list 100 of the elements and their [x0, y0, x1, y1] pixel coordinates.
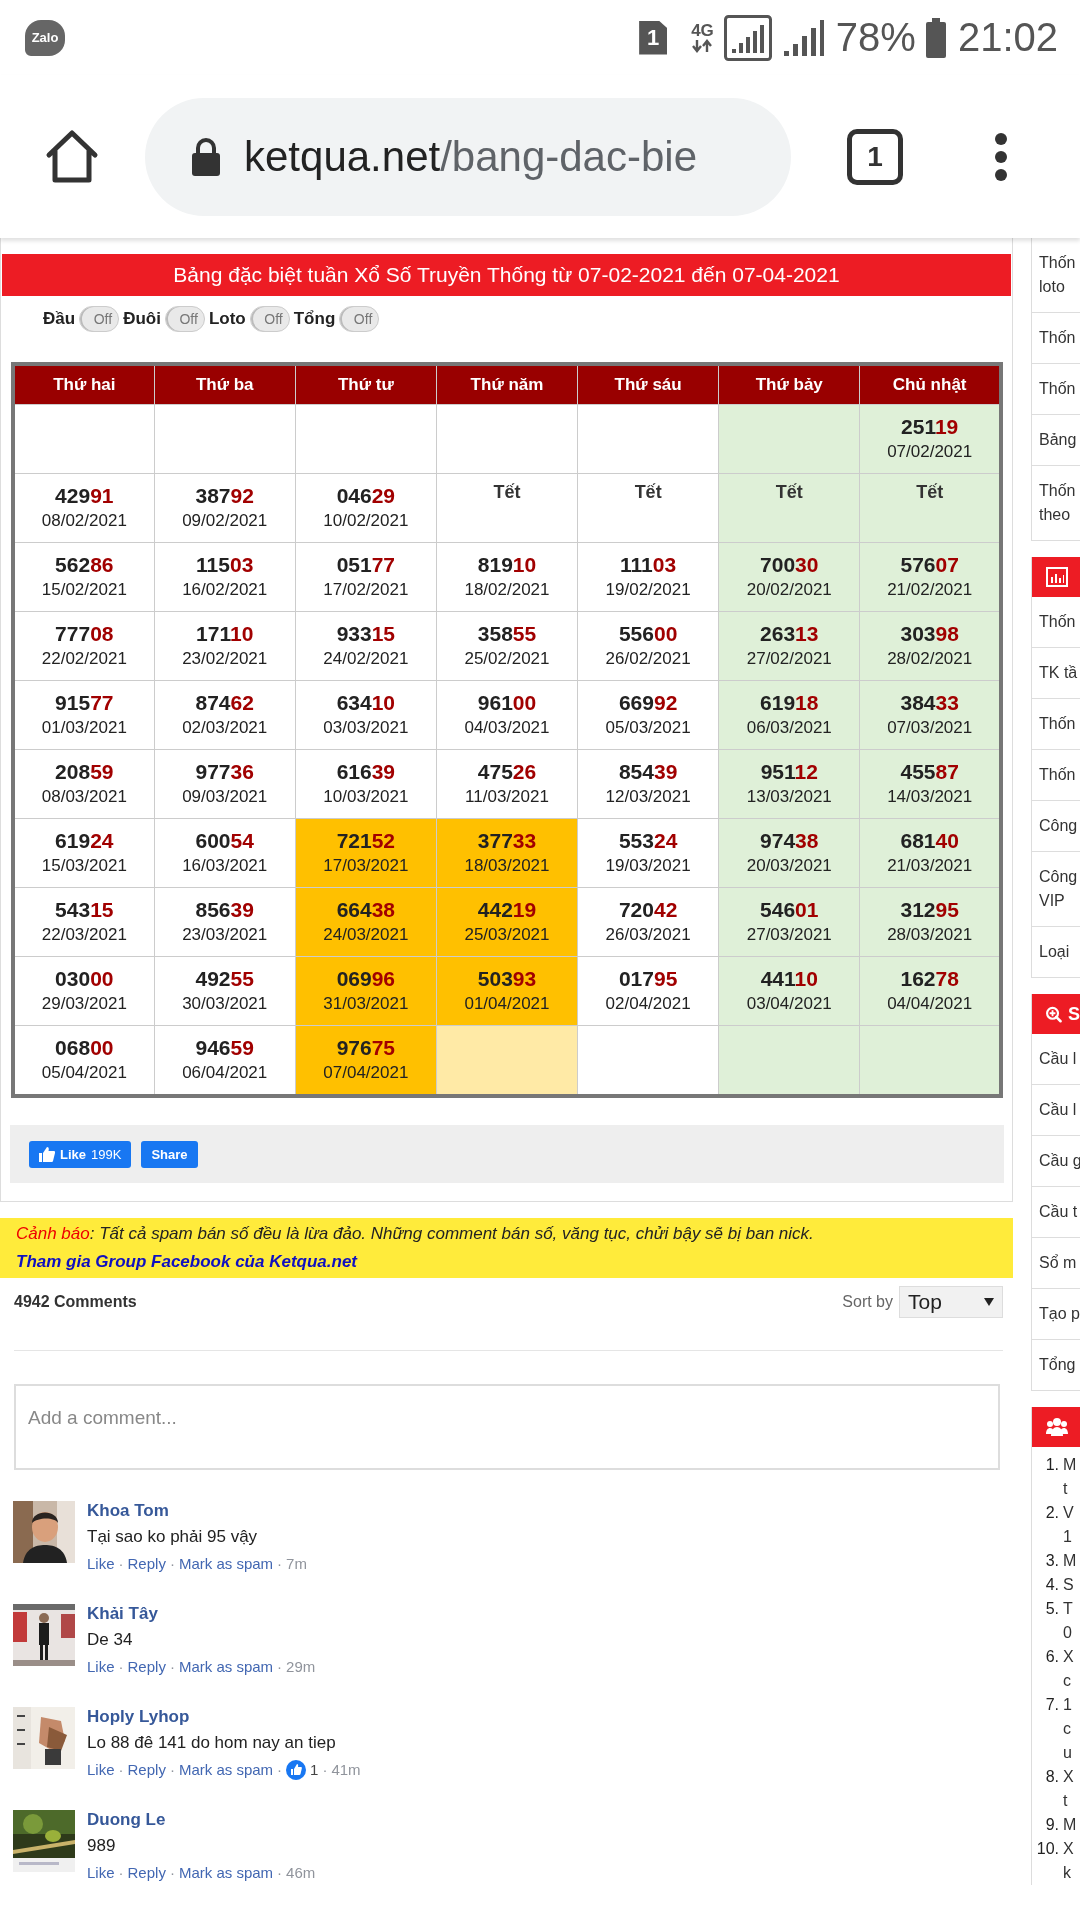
- comment-action-link[interactable]: Mark as spam: [178, 1759, 274, 1781]
- sidebar-link[interactable]: Cầu t: [1032, 1186, 1080, 1237]
- result-number: 61924: [54, 828, 115, 854]
- result-number: 05177: [335, 552, 397, 578]
- comment-action-link[interactable]: Like: [87, 1656, 115, 1678]
- holiday-label: Tết: [633, 481, 663, 503]
- toggle-label: Loto: [208, 309, 246, 329]
- draw-date: 20/02/2021: [745, 579, 833, 601]
- comment-author[interactable]: Khải Tây: [87, 1604, 316, 1624]
- sidebar-link[interactable]: Công: [1032, 800, 1080, 851]
- separator-dot: ·: [169, 1657, 175, 1677]
- comment-action-link[interactable]: Reply: [127, 1759, 166, 1781]
- draw-date: 27/03/2021: [745, 924, 833, 946]
- comment-action-link[interactable]: Like: [87, 1553, 115, 1575]
- comment-action-link[interactable]: Like: [87, 1862, 115, 1884]
- member-link[interactable]: V 1: [1063, 1501, 1074, 1549]
- sidebar-link[interactable]: Thốn: [1032, 312, 1080, 363]
- sidebar-link[interactable]: Công VIP: [1032, 851, 1080, 926]
- comment-action-link[interactable]: Reply: [127, 1862, 166, 1884]
- draw-date: 05/04/2021: [40, 1062, 128, 1084]
- like-button[interactable]: Like 199K: [29, 1140, 132, 1168]
- result-number: 85639: [194, 897, 255, 923]
- comment-action-link[interactable]: Mark as spam: [178, 1553, 274, 1575]
- network-label: 4G: [691, 22, 714, 39]
- sidebar-link[interactable]: Thốn loto: [1032, 238, 1080, 312]
- toggle-switch[interactable]: Off: [249, 306, 290, 332]
- sidebar-link[interactable]: Thốn: [1032, 363, 1080, 414]
- draw-date: 01/03/2021: [40, 717, 128, 739]
- sidebar-link[interactable]: Thốn: [1032, 749, 1080, 800]
- home-icon[interactable]: [44, 128, 100, 185]
- signal-icon: [723, 14, 772, 61]
- draw-date: 31/03/2021: [322, 993, 410, 1015]
- draw-date: 08/02/2021: [40, 510, 128, 532]
- sort-dropdown[interactable]: Top: [899, 1286, 1003, 1318]
- result-number: 30398: [899, 621, 960, 647]
- sidebar-link[interactable]: Thốn theo: [1032, 465, 1080, 540]
- comment-action-link[interactable]: Mark as spam: [178, 1862, 274, 1884]
- member-link[interactable]: M: [1063, 1549, 1077, 1573]
- member-link[interactable]: M: [1063, 1813, 1077, 1837]
- member-link[interactable]: S: [1063, 1573, 1074, 1597]
- share-button[interactable]: Share: [141, 1140, 198, 1168]
- member-link[interactable]: X c: [1063, 1645, 1074, 1693]
- holiday-label: Tết: [774, 481, 804, 503]
- draw-date: 21/02/2021: [886, 579, 974, 601]
- result-number: 44110: [759, 966, 819, 992]
- result-number: 57607: [899, 552, 960, 578]
- column-header: Thứ tư: [295, 364, 437, 405]
- member-link[interactable]: X t: [1063, 1765, 1074, 1813]
- sidebar-link[interactable]: Thốn: [1032, 597, 1080, 647]
- separator-dot: ·: [118, 1554, 124, 1574]
- sidebar-link[interactable]: Cầu g: [1032, 1135, 1080, 1186]
- toggle-label: Đầu: [43, 309, 76, 329]
- member-link[interactable]: X k: [1063, 1837, 1074, 1885]
- comment-action-link[interactable]: Reply: [127, 1553, 166, 1575]
- result-number: 97675: [335, 1035, 397, 1061]
- member-link[interactable]: 1 c u: [1063, 1693, 1072, 1765]
- comment-action-link[interactable]: Like: [87, 1759, 115, 1781]
- result-number: 03000: [54, 966, 115, 992]
- comment-author[interactable]: Hoply Lyhop: [87, 1707, 361, 1727]
- draw-date: 23/03/2021: [181, 924, 269, 946]
- sidebar-link[interactable]: TK tầ: [1032, 647, 1080, 698]
- sidebar-link[interactable]: Thốn: [1032, 698, 1080, 749]
- toggle-label: Đuôi: [123, 309, 161, 329]
- draw-date: 24/03/2021: [322, 924, 410, 946]
- comment-time: 29m: [286, 1657, 316, 1677]
- toggle-switch[interactable]: Off: [164, 306, 205, 332]
- comment-action-link[interactable]: Reply: [127, 1656, 166, 1678]
- sidebar-link[interactable]: Tạo p: [1032, 1288, 1080, 1339]
- tab-count-button[interactable]: 1: [847, 128, 903, 185]
- toggle-switch[interactable]: Off: [79, 306, 120, 332]
- battery-icon: [925, 17, 946, 58]
- bar-chart-icon: [1046, 567, 1068, 587]
- group-link[interactable]: Tham gia Group Facebook của Ketqua.net: [16, 1248, 357, 1276]
- battery-percent: 78%: [835, 15, 916, 60]
- address-bar[interactable]: ketqua.net/bang-dac-bie: [145, 97, 791, 216]
- sidebar-link[interactable]: Tổng: [1032, 1339, 1080, 1390]
- comment-text: 989: [87, 1835, 117, 1857]
- result-number: 61918: [759, 690, 820, 716]
- sidebar-link[interactable]: Bảng: [1032, 414, 1080, 465]
- sidebar-link[interactable]: Cầu l: [1032, 1084, 1080, 1135]
- draw-date: 21/03/2021: [886, 855, 974, 877]
- column-header: Thứ năm: [436, 364, 578, 405]
- sidebar-link[interactable]: Sổ m: [1032, 1237, 1080, 1288]
- sidebar-link[interactable]: Cầu l: [1032, 1034, 1080, 1084]
- comment-author[interactable]: Duong Le: [87, 1810, 316, 1830]
- result-number: 56286: [54, 552, 115, 578]
- result-number: 04629: [335, 483, 397, 509]
- comment-author[interactable]: Khoa Tom: [87, 1501, 307, 1521]
- member-link[interactable]: M t: [1063, 1453, 1077, 1501]
- result-number: 37733: [476, 828, 538, 854]
- toggle-switch[interactable]: Off: [339, 306, 380, 332]
- clock: 21:02: [957, 15, 1058, 60]
- comment-action-link[interactable]: Mark as spam: [178, 1656, 274, 1678]
- member-link[interactable]: T 0: [1063, 1597, 1073, 1645]
- draw-date: 09/02/2021: [181, 510, 269, 532]
- draw-date: 09/03/2021: [181, 786, 269, 808]
- comment-count: 4942 Comments: [14, 1293, 137, 1311]
- menu-icon[interactable]: [993, 130, 1009, 183]
- comment-field[interactable]: Add a comment...: [14, 1384, 1000, 1470]
- sidebar-link[interactable]: Loại: [1032, 926, 1080, 977]
